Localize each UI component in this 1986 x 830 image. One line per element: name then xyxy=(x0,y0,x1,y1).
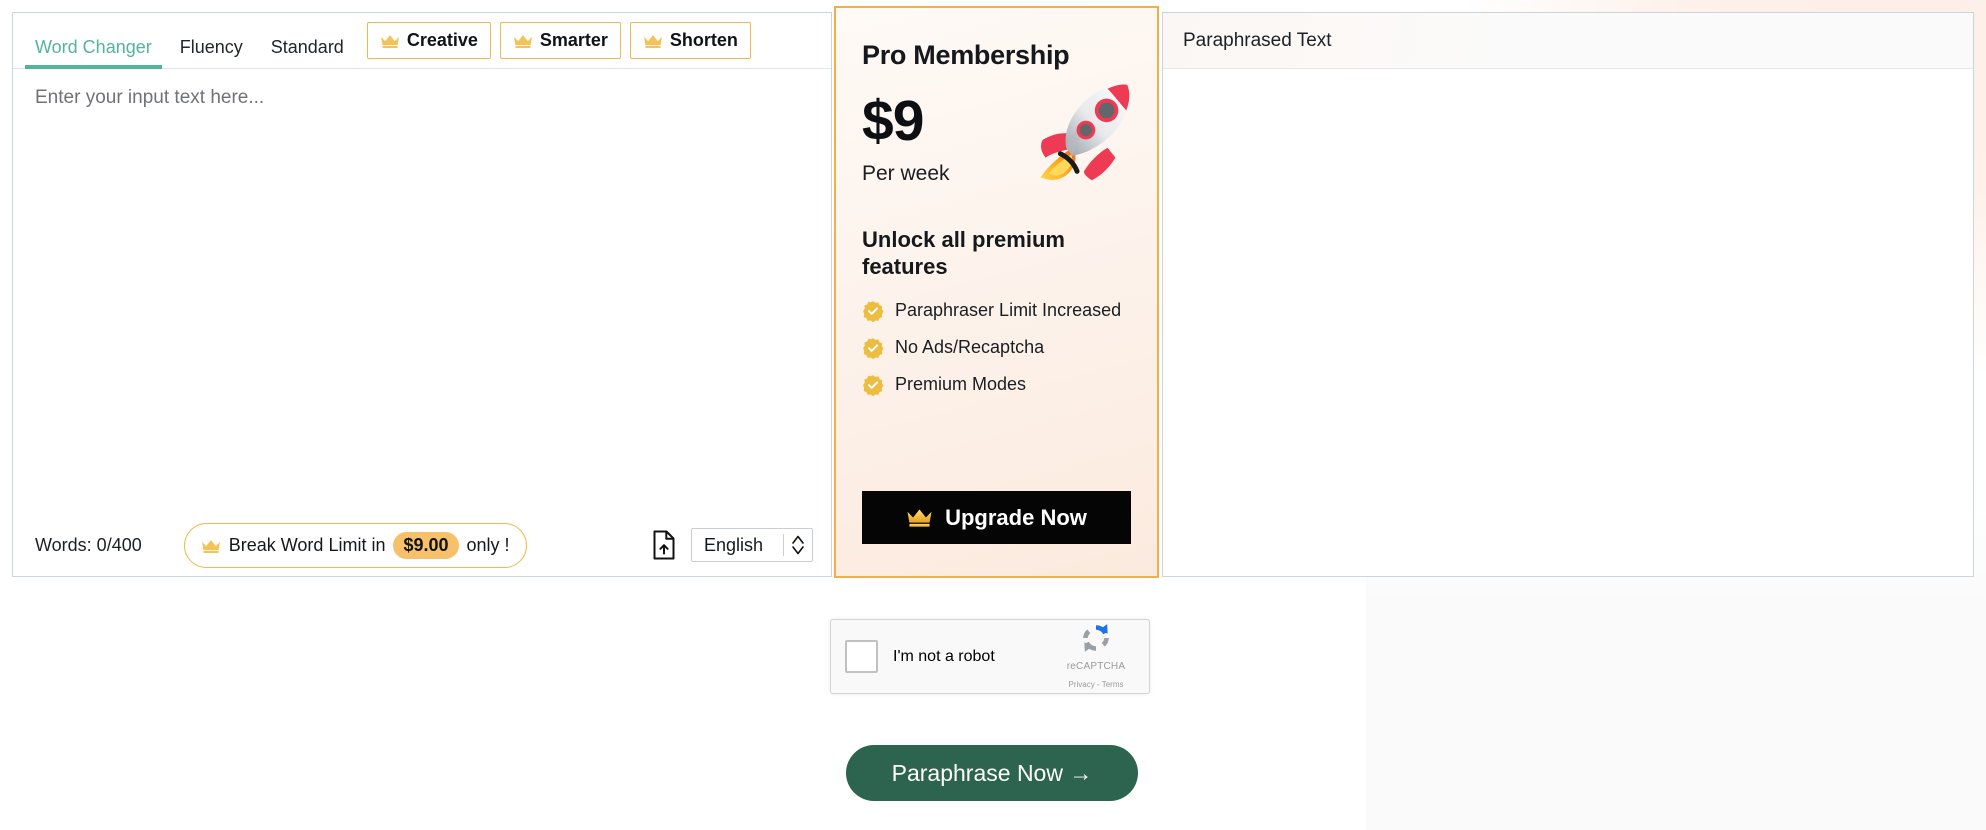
crown-icon xyxy=(201,538,221,553)
crown-icon xyxy=(513,33,533,48)
paraphrase-now-button[interactable]: Paraphrase Now → xyxy=(846,745,1138,801)
tab-label: Shorten xyxy=(669,30,738,50)
editor-bottom-toolbar: Words: 0/400 Break Word Limit in $9.00 o… xyxy=(13,514,831,576)
input-editor-panel: Word Changer Fluency Standard Creative S… xyxy=(12,12,832,577)
paraphrased-output-panel: Paraphrased Text xyxy=(1162,12,1974,577)
mode-tab-bar: Word Changer Fluency Standard Creative S… xyxy=(13,13,831,69)
tab-label: Standard xyxy=(270,37,344,57)
chevron-up-down-icon xyxy=(784,534,812,556)
tab-fluency[interactable]: Fluency xyxy=(166,38,257,68)
recaptcha-branding: reCAPTCHA Privacy - Terms xyxy=(1057,621,1135,692)
pro-price-row: $9 Per week xyxy=(862,84,1131,213)
pro-feature-item: Premium Modes xyxy=(862,373,1131,396)
check-badge-icon xyxy=(862,337,884,359)
pro-feature-label: No Ads/Recaptcha xyxy=(895,336,1045,357)
checkbox-icon[interactable] xyxy=(845,640,878,673)
tab-smarter[interactable]: Smarter xyxy=(499,22,621,59)
pro-membership-panel: Pro Membership $9 Per week Unlock all pr… xyxy=(834,6,1159,578)
crown-icon xyxy=(906,508,933,528)
rocket-icon xyxy=(1023,75,1141,193)
word-count-label: Words: 0/400 xyxy=(35,534,142,555)
tab-label: Fluency xyxy=(179,37,243,57)
pro-feature-item: No Ads/Recaptcha xyxy=(862,336,1131,359)
input-placeholder: Enter your input text here... xyxy=(35,87,265,108)
editor-toolbar-right: English xyxy=(651,528,813,562)
recaptcha-brand-label: reCAPTCHA xyxy=(1066,661,1126,672)
input-text-area[interactable]: Enter your input text here... xyxy=(13,69,831,514)
pro-unlock-heading: Unlock all premium features xyxy=(862,227,1065,279)
output-title: Paraphrased Text xyxy=(1183,29,1332,51)
recaptcha-widget: I'm not a robot reCAPTCHA Privacy - Term… xyxy=(830,619,1150,694)
limit-prefix-label: Break Word Limit in xyxy=(228,534,386,555)
tab-standard[interactable]: Standard xyxy=(257,38,358,68)
recaptcha-label: I'm not a robot xyxy=(893,647,995,665)
pro-title: Pro Membership xyxy=(862,40,1070,70)
output-text-area[interactable] xyxy=(1163,69,1973,576)
crown-icon xyxy=(380,33,400,48)
output-panel-header: Paraphrased Text xyxy=(1163,13,1973,69)
break-word-limit-button[interactable]: Break Word Limit in $9.00 only ! xyxy=(183,522,527,568)
check-badge-icon xyxy=(862,374,884,396)
pro-feature-label: Paraphraser Limit Increased xyxy=(895,299,1122,320)
recaptcha-logo-icon xyxy=(1079,621,1113,655)
pro-feature-item: Paraphraser Limit Increased xyxy=(862,299,1131,322)
recaptcha-legal-links[interactable]: Privacy - Terms xyxy=(1069,680,1124,689)
file-upload-icon[interactable] xyxy=(651,530,677,560)
tab-word-changer[interactable]: Word Changer xyxy=(21,37,166,69)
language-select[interactable]: English xyxy=(691,528,813,562)
tab-label: Word Changer xyxy=(35,37,152,57)
tab-creative[interactable]: Creative xyxy=(366,22,491,59)
paraphraser-page: Word Changer Fluency Standard Creative S… xyxy=(0,0,1986,814)
upgrade-now-label: Upgrade Now xyxy=(945,504,1087,530)
language-selected-label: English xyxy=(704,534,764,555)
upgrade-now-button[interactable]: Upgrade Now xyxy=(862,491,1131,544)
limit-price-badge: $9.00 xyxy=(393,531,459,559)
limit-suffix-label: only ! xyxy=(466,534,510,555)
tab-shorten[interactable]: Shorten xyxy=(629,22,751,59)
tab-label: Smarter xyxy=(539,30,608,50)
check-badge-icon xyxy=(862,300,884,322)
crown-icon xyxy=(643,33,663,48)
pro-feature-list: Paraphraser Limit Increased No Ads/Recap… xyxy=(862,299,1131,396)
pro-feature-label: Premium Modes xyxy=(895,373,1027,394)
tab-label: Creative xyxy=(406,30,478,50)
